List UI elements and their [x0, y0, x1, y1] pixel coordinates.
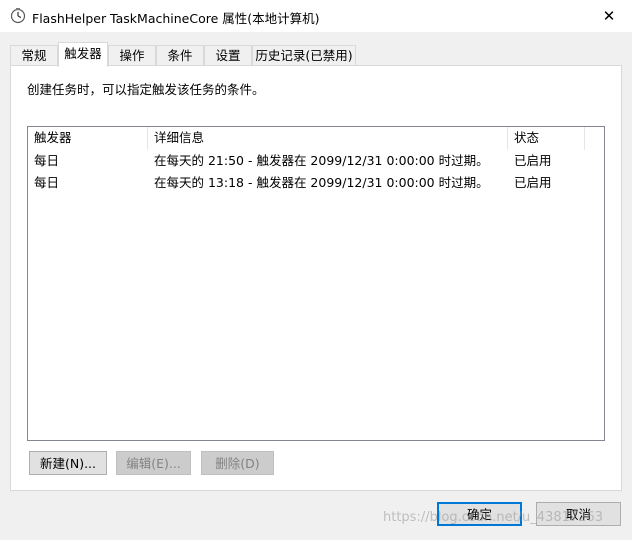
table-row[interactable]: 每日 在每天的 13:18 - 触发器在 2099/12/31 0:00:00 … [28, 172, 604, 194]
list-header: 触发器 详细信息 状态 [28, 127, 604, 150]
task-properties-dialog: FlashHelper TaskMachineCore 属性(本地计算机) ✕ … [0, 0, 632, 540]
trigger-type-cell: 每日 [34, 175, 60, 190]
trigger-status-cell: 已启用 [514, 175, 552, 190]
task-clock-icon [10, 8, 26, 24]
column-header-details[interactable]: 详细信息 [148, 127, 508, 150]
watermark: https://blog.csdn.net/u_43817263 [383, 510, 603, 525]
title-bar: FlashHelper TaskMachineCore 属性(本地计算机) ✕ [0, 0, 632, 32]
panel-description: 创建任务时，可以指定触发该任务的条件。 [27, 82, 265, 97]
close-icon: ✕ [602, 7, 616, 25]
column-header-trigger[interactable]: 触发器 [28, 127, 148, 150]
new-trigger-button[interactable]: 新建(N)... [29, 451, 107, 475]
delete-trigger-button[interactable]: 删除(D) [201, 451, 274, 475]
tab-history[interactable]: 历史记录(已禁用) [252, 45, 356, 66]
close-button[interactable]: ✕ [586, 0, 632, 32]
trigger-type-cell: 每日 [34, 153, 60, 168]
trigger-status-cell: 已启用 [514, 153, 552, 168]
tab-settings[interactable]: 设置 [204, 45, 252, 66]
triggers-panel: 创建任务时，可以指定触发该任务的条件。 触发器 详细信息 状态 每日 在每天的 … [10, 65, 622, 491]
trigger-list[interactable]: 触发器 详细信息 状态 每日 在每天的 21:50 - 触发器在 2099/12… [27, 126, 605, 441]
tab-triggers[interactable]: 触发器 [58, 42, 108, 67]
tab-general[interactable]: 常规 [10, 45, 58, 66]
edit-trigger-button[interactable]: 编辑(E)... [116, 451, 191, 475]
tab-conditions[interactable]: 条件 [156, 45, 204, 66]
trigger-details-cell: 在每天的 21:50 - 触发器在 2099/12/31 0:00:00 时过期… [154, 153, 489, 168]
window-title: FlashHelper TaskMachineCore 属性(本地计算机) [32, 11, 320, 26]
trigger-details-cell: 在每天的 13:18 - 触发器在 2099/12/31 0:00:00 时过期… [154, 175, 489, 190]
table-row[interactable]: 每日 在每天的 21:50 - 触发器在 2099/12/31 0:00:00 … [28, 150, 604, 172]
tab-actions[interactable]: 操作 [108, 45, 156, 66]
column-header-status[interactable]: 状态 [508, 127, 585, 150]
